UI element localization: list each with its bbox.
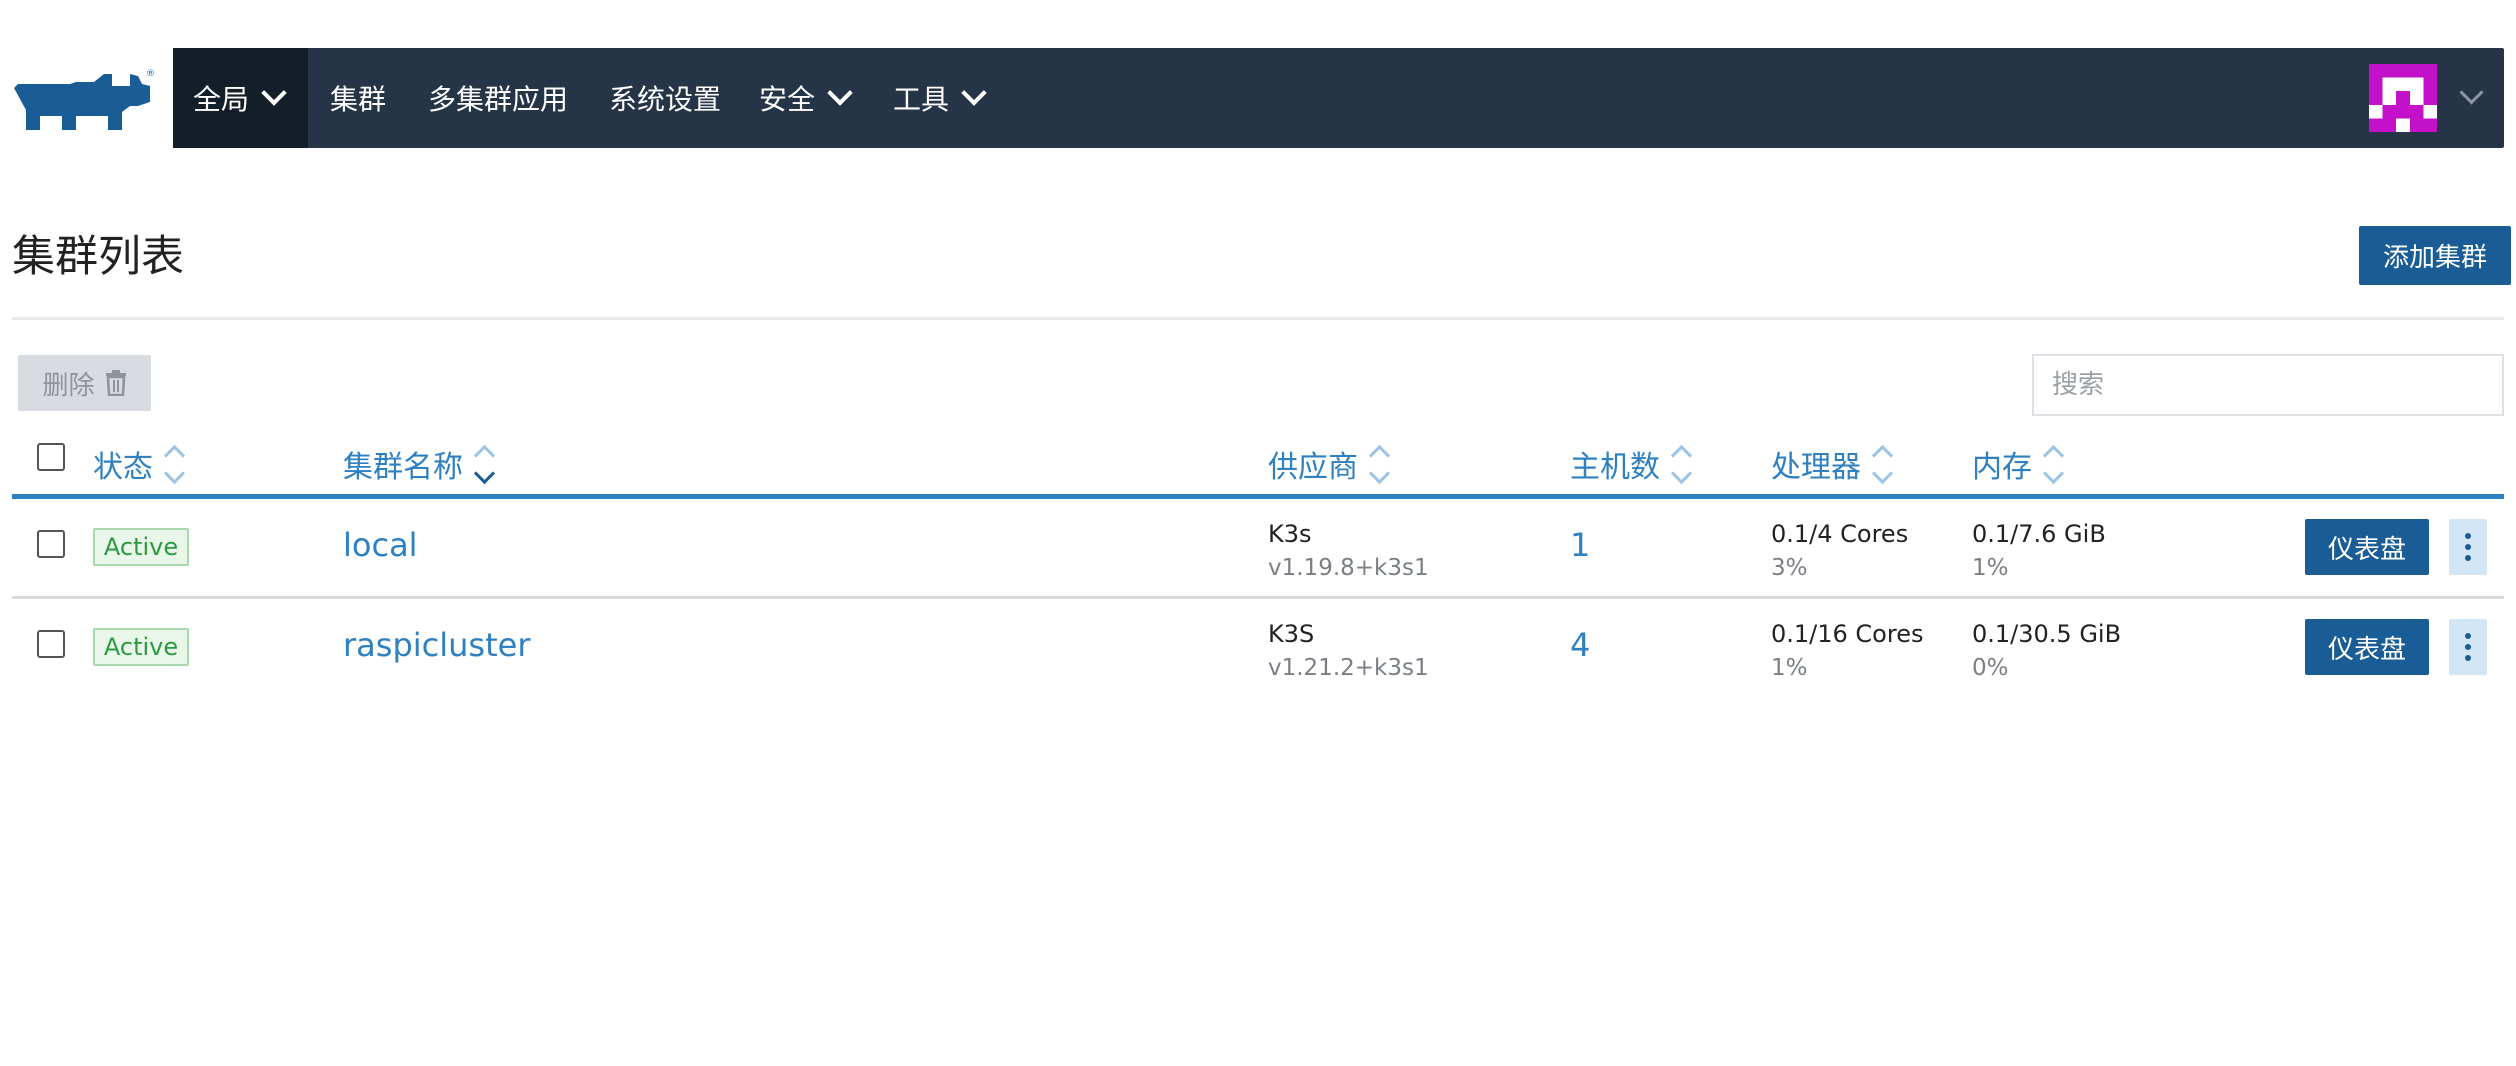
cpu-percent: 3% [1771,555,1808,581]
column-header-state[interactable]: 状态 [93,442,186,486]
status-badge: Active [93,528,189,566]
nav-tools-label: 工具 [893,83,950,116]
column-header-hosts-label: 主机数 [1570,450,1660,485]
provider: K3S [1268,620,1315,648]
more-actions-icon[interactable] [2449,619,2487,675]
cluster-name-link[interactable]: local [343,526,418,564]
column-header-name[interactable]: 集群名称 [343,442,496,486]
more-actions-icon[interactable] [2449,519,2487,575]
column-header-cpu[interactable]: 处理器 [1771,442,1894,486]
cpu-percent: 1% [1771,655,1808,681]
nav-security[interactable]: 安全 [759,48,853,148]
cpu-usage: 0.1/16 Cores [1771,620,1924,648]
cpu-usage: 0.1/4 Cores [1771,520,1909,548]
nav-security-label: 安全 [759,83,816,116]
nav-multi-cluster-apps[interactable]: 多集群应用 [428,48,568,148]
sort-icon [1368,444,1391,484]
delete-button-label: 删除 [42,370,95,401]
sort-icon [1871,444,1894,484]
dashboard-button[interactable]: 仪表盘 [2305,519,2429,575]
memory-percent: 0% [1972,655,2009,681]
nav-system-settings[interactable]: 系统设置 [609,48,721,148]
column-header-memory[interactable]: 内存 [1972,442,2065,486]
svg-text:®: ® [146,69,154,79]
cluster-name-link[interactable]: raspicluster [343,626,530,664]
nav-clusters-label: 集群 [330,83,387,116]
row-checkbox[interactable] [37,630,65,658]
nav-system-settings-label: 系统设置 [609,83,722,116]
nav-global[interactable]: 全局 [173,48,308,148]
chevron-down-icon [961,80,987,106]
row-divider [12,596,2504,599]
column-header-cpu-label: 处理器 [1771,450,1861,485]
dashboard-button[interactable]: 仪表盘 [2305,619,2429,675]
rancher-logo[interactable]: ® [12,64,154,132]
nav-clusters[interactable]: 集群 [330,48,386,148]
nav-global-label: 全局 [193,83,250,116]
top-navigation: 全局 集群 多集群应用 系统设置 安全 工具 [173,48,2504,148]
nav-multi-cluster-apps-label: 多集群应用 [428,83,569,116]
host-count-link[interactable]: 1 [1570,526,1590,564]
column-header-name-label: 集群名称 [343,450,463,485]
column-header-state-label: 状态 [93,450,153,485]
row-checkbox[interactable] [37,530,65,558]
sort-icon [1670,444,1693,484]
host-count-link[interactable]: 4 [1570,626,1590,664]
search-input[interactable] [2032,354,2504,416]
table-header-divider [12,494,2504,499]
provider-version: v1.21.2+k3s1 [1268,655,1429,681]
column-header-hosts[interactable]: 主机数 [1570,442,1693,486]
column-header-provider[interactable]: 供应商 [1268,442,1391,486]
user-avatar[interactable] [2369,64,2437,132]
chevron-down-icon [261,80,287,106]
add-cluster-button[interactable]: 添加集群 [2359,226,2511,285]
provider: K3s [1268,520,1312,548]
select-all-checkbox[interactable] [37,443,65,471]
delete-button[interactable]: 删除 [18,355,151,411]
memory-usage: 0.1/30.5 GiB [1972,620,2122,648]
sort-icon [473,444,496,484]
column-header-provider-label: 供应商 [1268,450,1358,485]
memory-percent: 1% [1972,555,2009,581]
chevron-down-icon[interactable] [2459,80,2484,105]
nav-tools[interactable]: 工具 [893,48,987,148]
memory-usage: 0.1/7.6 GiB [1972,520,2106,548]
status-badge: Active [93,628,189,666]
column-header-memory-label: 内存 [1972,450,2032,485]
sort-icon [163,444,186,484]
sort-icon [2042,444,2065,484]
chevron-down-icon [827,80,853,106]
divider [12,317,2504,320]
page-title: 集群列表 [12,232,184,282]
trash-icon [105,370,126,396]
provider-version: v1.19.8+k3s1 [1268,555,1429,581]
